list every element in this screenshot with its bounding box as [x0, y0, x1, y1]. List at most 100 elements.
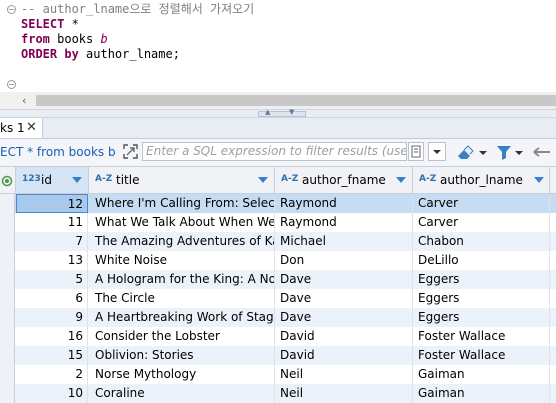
chevron-down-icon[interactable]: [478, 144, 488, 161]
sort-dropdown-icon[interactable]: [534, 177, 544, 183]
cell-author-lname[interactable]: Carver: [413, 213, 550, 232]
row-selector[interactable]: [0, 213, 15, 232]
scrollbar-thumb[interactable]: [36, 95, 556, 106]
cell-id[interactable]: 7: [16, 232, 88, 251]
close-icon[interactable]: ✕: [26, 120, 37, 135]
cell-author-fname[interactable]: Raymond: [275, 213, 413, 232]
expand-filter-icon[interactable]: [122, 143, 139, 160]
cell-author-lname[interactable]: Foster Wallace: [413, 346, 550, 365]
sql-editor[interactable]: − -- author_lname으로 정렬해서 가져오기 SELECT * f…: [0, 0, 556, 92]
cell-author-fname[interactable]: Dave: [275, 308, 413, 327]
table-row[interactable]: 13 White Noise Don DeLillo: [0, 251, 556, 270]
cell-id[interactable]: 16: [16, 327, 88, 346]
filter-history-button[interactable]: [408, 142, 424, 161]
cell-id[interactable]: 13: [16, 251, 88, 270]
cell-title[interactable]: The Circle: [89, 289, 275, 308]
sort-dropdown-icon[interactable]: [258, 177, 268, 183]
cell-author-lname[interactable]: Gaiman: [413, 365, 550, 384]
table-row[interactable]: 15 Oblivion: Stories David Foster Wallac…: [0, 346, 556, 365]
cell-author-lname[interactable]: Eggers: [413, 289, 550, 308]
cell-title[interactable]: What We Talk About When We Tal: [89, 213, 275, 232]
cell-author-lname[interactable]: Eggers: [413, 270, 550, 289]
text-type-icon: A-Z: [281, 174, 299, 184]
row-selector[interactable]: [0, 365, 15, 384]
cell-title[interactable]: Consider the Lobster: [89, 327, 275, 346]
row-selector[interactable]: [0, 232, 15, 251]
cell-author-lname[interactable]: Gaiman: [413, 384, 550, 403]
cell-author-lname[interactable]: Carver: [413, 194, 550, 213]
cell-id[interactable]: 10: [16, 384, 88, 403]
cell-author-fname[interactable]: Neil: [275, 384, 413, 403]
chevron-down-icon[interactable]: [514, 144, 524, 161]
cell-author-lname[interactable]: Foster Wallace: [413, 327, 550, 346]
table-row[interactable]: 5 A Hologram for the King: A Novel Dave …: [0, 270, 556, 289]
cell-author-lname[interactable]: Chabon: [413, 232, 550, 251]
cell-author-lname[interactable]: DeLillo: [413, 251, 550, 270]
row-selector-header[interactable]: [0, 167, 16, 193]
cell-title[interactable]: Norse Mythology: [89, 365, 275, 384]
column-header-author-fname[interactable]: A-Z author_fname: [275, 167, 413, 193]
column-header-label: author_fname: [302, 173, 386, 187]
cell-title[interactable]: Coraline: [89, 384, 275, 403]
scroll-left-icon[interactable]: ‹: [22, 94, 26, 107]
cell-id[interactable]: 15: [16, 346, 88, 365]
cell-author-lname[interactable]: Eggers: [413, 308, 550, 327]
row-selector[interactable]: [0, 251, 15, 270]
table-row[interactable]: 12 Where I'm Calling From: Selected Raym…: [0, 194, 556, 213]
chevron-up-icon: ▲: [265, 108, 271, 116]
fold-collapse-icon[interactable]: −: [7, 80, 16, 89]
cell-author-fname[interactable]: Don: [275, 251, 413, 270]
cell-id[interactable]: 2: [16, 365, 88, 384]
query-text-chip[interactable]: ECT * from books b (: [0, 143, 116, 161]
cell-author-fname[interactable]: Dave: [275, 270, 413, 289]
cell-id[interactable]: 6: [16, 289, 88, 308]
table-row[interactable]: 16 Consider the Lobster David Foster Wal…: [0, 327, 556, 346]
cell-title[interactable]: A Heartbreaking Work of Staggerin: [89, 308, 275, 327]
cell-id[interactable]: 9: [16, 308, 88, 327]
filter-dropdown-button[interactable]: [428, 142, 446, 161]
panel-splitter[interactable]: ▲ ▼: [0, 108, 556, 118]
results-grid[interactable]: 123 id A-Z title A-Z author_fname A-Z au…: [0, 167, 556, 403]
column-header-author-lname[interactable]: A-Z author_lname: [413, 167, 550, 193]
row-selector[interactable]: [0, 384, 15, 403]
cell-title[interactable]: White Noise: [89, 251, 275, 270]
cell-author-fname[interactable]: David: [275, 327, 413, 346]
tab-results-label: ks 1: [0, 121, 25, 135]
editor-horizontal-scrollbar[interactable]: ‹: [0, 92, 556, 109]
tab-results[interactable]: ks 1 ✕: [0, 118, 43, 138]
cell-author-fname[interactable]: Raymond: [275, 194, 413, 213]
row-selector[interactable]: [0, 346, 15, 365]
filter-expression-input[interactable]: Enter a SQL expression to filter results…: [142, 142, 407, 161]
back-arrow-icon[interactable]: [532, 144, 552, 161]
cell-author-fname[interactable]: Michael: [275, 232, 413, 251]
sort-dropdown-icon[interactable]: [396, 177, 406, 183]
cell-title[interactable]: The Amazing Adventures of Kavali: [89, 232, 275, 251]
cell-author-fname[interactable]: Neil: [275, 365, 413, 384]
table-row[interactable]: 6 The Circle Dave Eggers: [0, 289, 556, 308]
column-header-title[interactable]: A-Z title: [89, 167, 275, 193]
row-selector[interactable]: [0, 289, 15, 308]
cell-author-fname[interactable]: David: [275, 346, 413, 365]
splitter-grip[interactable]: ▲ ▼: [258, 108, 306, 117]
cell-id[interactable]: 5: [16, 270, 88, 289]
cell-author-fname[interactable]: Dave: [275, 289, 413, 308]
fold-collapse-icon[interactable]: −: [7, 5, 16, 14]
sort-dropdown-icon[interactable]: [72, 177, 82, 183]
row-selector[interactable]: [0, 308, 15, 327]
row-selector[interactable]: [0, 327, 15, 346]
row-selector[interactable]: [0, 194, 15, 213]
cell-id[interactable]: 11: [16, 213, 88, 232]
eraser-icon[interactable]: [456, 144, 474, 161]
row-selector[interactable]: [0, 270, 15, 289]
column-header-id[interactable]: 123 id: [16, 167, 89, 193]
table-row[interactable]: 11 What We Talk About When We Tal Raymon…: [0, 213, 556, 232]
filter-funnel-icon[interactable]: [495, 144, 513, 161]
table-row[interactable]: 2 Norse Mythology Neil Gaiman: [0, 365, 556, 384]
cell-title[interactable]: A Hologram for the King: A Novel: [89, 270, 275, 289]
table-row[interactable]: 10 Coraline Neil Gaiman: [0, 384, 556, 403]
cell-title[interactable]: Oblivion: Stories: [89, 346, 275, 365]
table-row[interactable]: 9 A Heartbreaking Work of Staggerin Dave…: [0, 308, 556, 327]
cell-title[interactable]: Where I'm Calling From: Selected: [89, 194, 275, 213]
cell-id[interactable]: 12: [16, 194, 88, 213]
table-row[interactable]: 7 The Amazing Adventures of Kavali Micha…: [0, 232, 556, 251]
